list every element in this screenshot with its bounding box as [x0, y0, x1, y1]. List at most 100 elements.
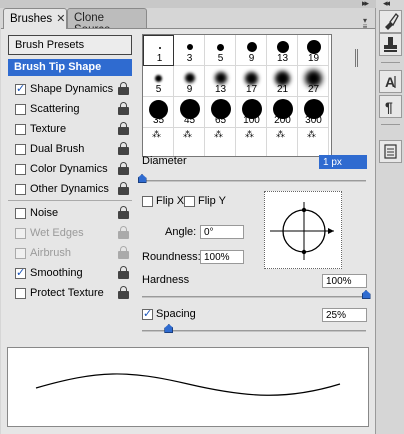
lock-icon[interactable] [118, 286, 129, 299]
diameter-slider-track[interactable] [142, 180, 366, 182]
panel-title-strip: ▸▸ [0, 0, 376, 8]
brush-tip-cell[interactable]: 65 [205, 97, 236, 128]
brush-tip-cell[interactable]: 27 [298, 66, 329, 97]
hardness-field[interactable]: 100% [322, 274, 367, 288]
option-checkbox[interactable] [15, 288, 26, 299]
brush-tip-cell[interactable]: 13 [205, 66, 236, 97]
angle-roundness-widget[interactable] [264, 191, 342, 269]
brush-tip-cell[interactable]: 5 [205, 35, 236, 66]
option-smoothing[interactable]: Smoothing [8, 263, 132, 283]
brush-tip-dot [159, 47, 161, 49]
option-scattering[interactable]: Scattering [8, 99, 132, 119]
option-checkbox[interactable] [15, 82, 26, 95]
brush-size-label: 17 [245, 84, 258, 95]
brush-size-label: 21 [276, 84, 289, 95]
paragraph-panel-icon[interactable]: ¶ [379, 95, 402, 118]
roundness-field[interactable]: 100% [200, 250, 244, 264]
brush-tip-cell[interactable]: 3 [174, 35, 205, 66]
brush-tip-cell[interactable]: ⁂ [143, 128, 174, 156]
close-icon[interactable]: ✕ [56, 13, 65, 25]
option-label: Scattering [30, 103, 80, 115]
brush-tip-cell[interactable]: 19 [298, 35, 329, 66]
diameter-field[interactable]: 1 px [319, 155, 367, 169]
option-dual-brush[interactable]: Dual Brush [8, 139, 132, 159]
stroke-preview [7, 347, 369, 427]
brush-tip-cell[interactable]: 5 [143, 66, 174, 97]
spacing-slider-track[interactable] [142, 330, 366, 332]
option-protect-texture[interactable]: Protect Texture [8, 283, 132, 303]
stamp-glyph [384, 37, 397, 52]
brush-tip-cell[interactable]: ⁂ [267, 128, 298, 156]
brush-tip-cell[interactable]: 200 [267, 97, 298, 128]
layer-comps-icon[interactable] [379, 140, 402, 163]
brush-tip-cell[interactable]: 300 [298, 97, 329, 128]
option-checkbox [15, 248, 26, 259]
option-label: Shape Dynamics [30, 83, 114, 95]
lock-icon[interactable] [118, 182, 129, 195]
angle-field[interactable]: 0° [200, 225, 244, 239]
option-other-dynamics[interactable]: Other Dynamics [8, 179, 132, 199]
option-color-dynamics[interactable]: Color Dynamics [8, 159, 132, 179]
lock-icon[interactable] [118, 162, 129, 175]
option-checkbox[interactable] [15, 164, 26, 175]
flip-y-checkbox[interactable] [184, 196, 195, 207]
option-shape-dynamics[interactable]: Shape Dynamics [8, 79, 132, 99]
lock-icon[interactable] [118, 266, 129, 279]
option-label: Color Dynamics [30, 163, 108, 175]
brush-tip-cell[interactable]: 1 [143, 35, 174, 66]
brush-tip-cell[interactable]: ⁂ [205, 128, 236, 156]
spacing-slider-knob[interactable] [164, 324, 174, 333]
lock-icon[interactable] [118, 102, 129, 115]
brush-tool-icon[interactable] [379, 10, 402, 33]
option-checkbox[interactable] [15, 144, 26, 155]
scroll-thumb[interactable] [355, 49, 358, 67]
brush-tip-cell[interactable]: 17 [236, 66, 267, 97]
brush-tip-grid[interactable]: 1 3 5 9 13 19 5 9 13 17 21 27 35 45 65 100 200 300 ⁂ ⁂ ⁂ ⁂ ⁂ ⁂ [142, 34, 332, 157]
brush-tip-cell[interactable]: 100 [236, 97, 267, 128]
brush-tip-texture: ⁂ [214, 130, 223, 139]
diameter-slider-knob[interactable] [137, 174, 147, 183]
brush-tip-cell[interactable]: 13 [267, 35, 298, 66]
brush-tip-cell[interactable]: 21 [267, 66, 298, 97]
brush-tip-cell[interactable]: ⁂ [298, 128, 329, 156]
option-label: Protect Texture [30, 287, 104, 299]
brush-tip-cell[interactable]: 45 [174, 97, 205, 128]
option-checkbox[interactable] [15, 266, 26, 279]
roundness-label: Roundness: [142, 251, 201, 263]
lock-icon[interactable] [118, 82, 129, 95]
character-panel-icon[interactable]: A [379, 70, 402, 93]
brush-tip-cell[interactable]: 35 [143, 97, 174, 128]
clone-stamp-icon[interactable] [379, 33, 402, 56]
tab-clone-source[interactable]: Clone Source [67, 8, 147, 36]
tab-brushes[interactable]: Brushes ✕ [3, 8, 67, 29]
option-label: Smoothing [30, 267, 83, 279]
option-texture[interactable]: Texture [8, 119, 132, 139]
brush-size-label: 1 [156, 53, 163, 64]
brush-tip-cell[interactable]: ⁂ [236, 128, 267, 156]
expand-arrows-icon[interactable]: ◂◂ [383, 0, 390, 9]
lock-icon[interactable] [118, 206, 129, 219]
brush-tip-shape-item[interactable]: Brush Tip Shape [8, 59, 132, 76]
option-checkbox[interactable] [15, 208, 26, 219]
brush-tip-cell[interactable]: 9 [236, 35, 267, 66]
option-checkbox[interactable] [15, 184, 26, 195]
lock-icon[interactable] [118, 142, 129, 155]
brush-presets-button[interactable]: Brush Presets [8, 35, 132, 55]
hardness-slider-knob[interactable] [361, 290, 371, 299]
brush-tip-dot [247, 42, 257, 52]
grid-scrollbar[interactable] [353, 49, 359, 94]
flip-x-checkbox[interactable] [142, 196, 153, 207]
hardness-slider-track[interactable] [142, 296, 366, 298]
brush-tip-cell[interactable]: ⁂ [174, 128, 205, 156]
panel-tabs: Brushes✕ Clone Source ▾≡ [3, 8, 373, 36]
option-noise[interactable]: Noise [8, 203, 132, 223]
brush-tip-cell[interactable]: 9 [174, 66, 205, 97]
brush-tip-dot [277, 41, 289, 53]
option-checkbox[interactable] [15, 104, 26, 115]
brush-tip-texture: ⁂ [152, 130, 161, 139]
spacing-checkbox[interactable] [142, 307, 153, 320]
angle-crosshair-icon [270, 202, 334, 260]
option-checkbox[interactable] [15, 124, 26, 135]
lock-icon[interactable] [118, 122, 129, 135]
spacing-field[interactable]: 25% [322, 308, 367, 322]
